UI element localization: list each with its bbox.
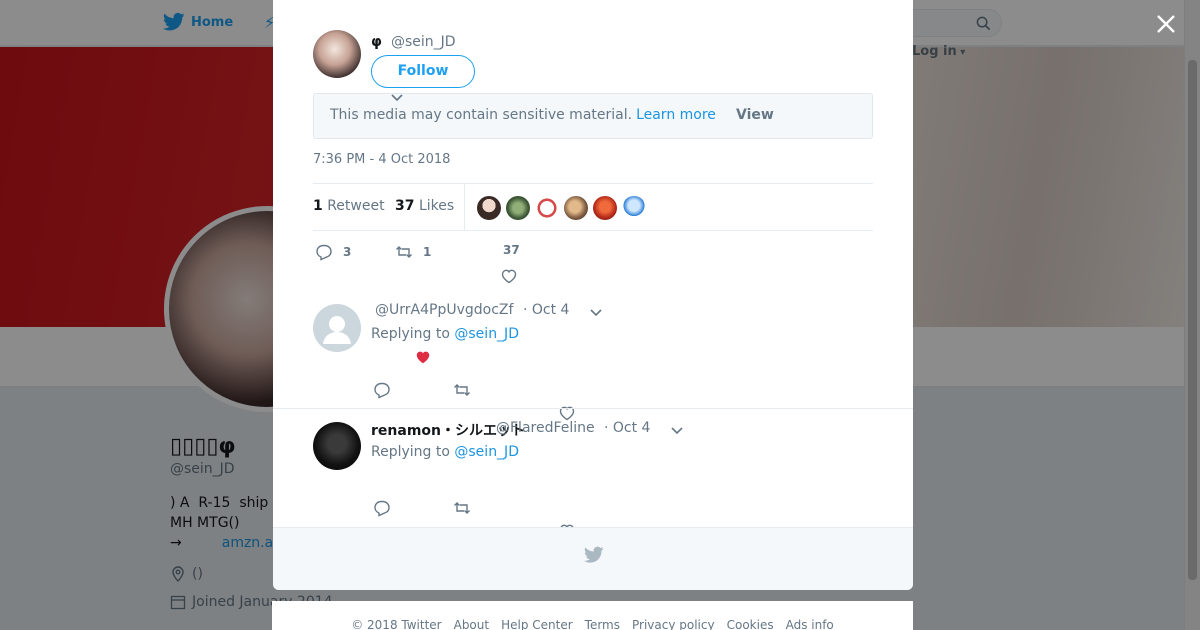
replying-prefix: Replying to <box>371 444 450 460</box>
red-heart-emoji <box>416 351 430 364</box>
liker-avatar[interactable] <box>535 196 559 220</box>
reply-handle[interactable]: @FlaredFeline <box>496 420 595 436</box>
footer-privacy-link[interactable]: Privacy policy <box>632 616 715 630</box>
like-count-label[interactable]: 37 <box>503 243 520 257</box>
replying-prefix: Replying to <box>371 326 450 342</box>
close-icon <box>1157 15 1175 33</box>
liker-avatar[interactable] <box>506 196 530 220</box>
retweet-action[interactable] <box>453 499 471 517</box>
reply-icon <box>374 382 390 399</box>
reply-icon <box>316 244 332 261</box>
sensitive-text-row: This media may contain sensitive materia… <box>330 107 716 123</box>
tweet-modal: φ @sein_JD Follow This media may contain… <box>273 0 913 590</box>
replying-to: Replying to @sein_JD <box>371 326 519 342</box>
follow-button[interactable]: Follow <box>371 55 475 88</box>
retweet-icon <box>454 502 470 514</box>
footer-ads-link[interactable]: Ads info <box>786 616 834 630</box>
like-count: 37 <box>503 243 520 257</box>
reply-date[interactable]: · Oct 4 <box>604 420 650 436</box>
footer-about-link[interactable]: About <box>454 616 489 630</box>
footer-copyright: © 2018 Twitter <box>351 618 442 630</box>
reply-handle[interactable]: @UrrA4PpUvgdocZf <box>375 302 513 318</box>
author-avatar[interactable] <box>313 30 361 78</box>
twitter-bird-icon <box>584 546 604 563</box>
reply-action[interactable] <box>373 381 391 399</box>
author-handle[interactable]: @sein_JD <box>391 34 456 50</box>
retweets-label: Retweet <box>327 198 385 214</box>
footer-help-link[interactable]: Help Center <box>501 616 573 630</box>
default-user-icon <box>323 316 351 344</box>
footer-cookies-link[interactable]: Cookies <box>727 616 774 630</box>
page-footer: © 2018 Twitter About Help Center Terms P… <box>272 601 913 630</box>
reply-action[interactable]: 3 <box>315 243 351 261</box>
liker-avatar[interactable] <box>477 196 501 220</box>
tweet-timestamp[interactable]: 7:36 PM - 4 Oct 2018 <box>313 152 450 167</box>
replying-to-link[interactable]: @sein_JD <box>454 444 519 460</box>
replying-to-link[interactable]: @sein_JD <box>454 326 519 342</box>
liker-avatar[interactable] <box>622 196 646 220</box>
retweet-action[interactable]: 1 <box>395 243 431 261</box>
likes-stat[interactable]: 37 Likes <box>395 198 454 214</box>
likes-label: Likes <box>418 198 455 214</box>
close-button[interactable] <box>1154 12 1178 36</box>
retweet-action[interactable] <box>453 381 471 399</box>
reply-date[interactable]: · Oct 4 <box>523 302 569 318</box>
reply-count: 3 <box>343 245 352 259</box>
likes-count: 37 <box>395 198 415 214</box>
liker-avatar[interactable] <box>593 196 617 220</box>
reply-avatar[interactable] <box>313 304 361 352</box>
replying-to: Replying to @sein_JD <box>371 444 519 460</box>
modal-footer <box>273 527 913 590</box>
retweet-icon <box>454 384 470 396</box>
retweets-stat[interactable]: 1 Retweet <box>313 198 385 214</box>
stats-divider <box>464 184 465 230</box>
retweet-icon <box>396 246 412 258</box>
reply-action[interactable] <box>373 499 391 517</box>
reply-icon <box>374 500 390 517</box>
view-media-button[interactable]: View <box>736 107 774 123</box>
footer-terms-link[interactable]: Terms <box>585 616 620 630</box>
reply-tweet[interactable]: @UrrA4PpUvgdocZf · Oct 4 Replying to @se… <box>273 290 913 421</box>
like-action[interactable] <box>500 267 518 285</box>
chevron-down-icon[interactable] <box>590 309 602 317</box>
author-name[interactable]: φ <box>371 34 382 50</box>
liker-avatar[interactable] <box>564 196 588 220</box>
reply-tweet[interactable]: renamon・シルエット @FlaredFeline · Oct 4 Repl… <box>273 409 913 539</box>
sensitive-text: This media may contain sensitive materia… <box>330 107 633 123</box>
chevron-down-icon[interactable] <box>391 94 403 102</box>
tweet-stats: 1 Retweet 37 Likes <box>313 183 873 231</box>
retweets-count: 1 <box>313 198 323 214</box>
chevron-down-icon[interactable] <box>671 427 683 435</box>
learn-more-link[interactable]: Learn more <box>636 107 716 123</box>
retweet-count: 1 <box>423 245 432 259</box>
heart-icon <box>501 269 517 284</box>
reply-avatar[interactable] <box>313 422 361 470</box>
